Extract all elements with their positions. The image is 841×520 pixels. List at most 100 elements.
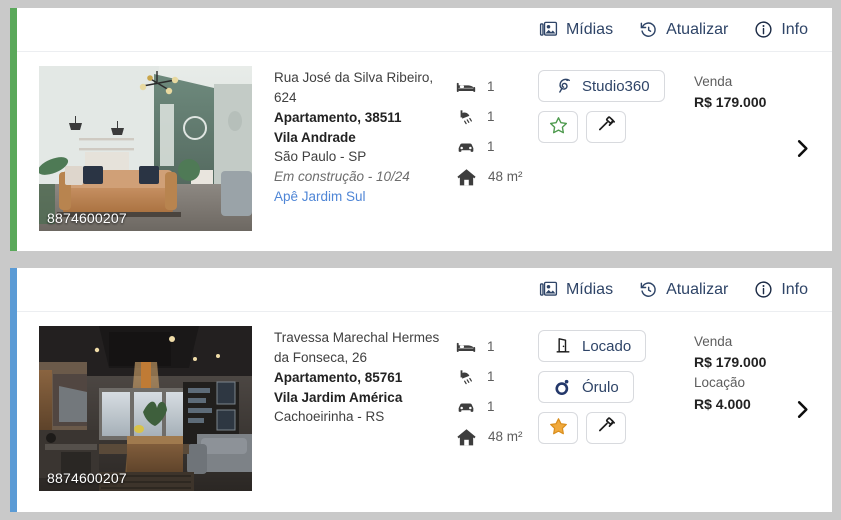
card-header: Mídias Atualizar Info — [17, 268, 832, 312]
images-icon — [539, 20, 558, 39]
media-label: Mídias — [565, 280, 614, 298]
feature-bedrooms: 1 — [456, 332, 538, 362]
feature-value: 1 — [487, 399, 495, 415]
favorite-star-button[interactable] — [538, 412, 578, 444]
price-value: R$ 179.000 — [694, 94, 767, 111]
feature-area: 48 m² — [456, 422, 538, 452]
star-icon — [548, 416, 569, 440]
property-actions: Studio360 — [538, 66, 688, 143]
card-body: Mídias Atualizar — [17, 268, 832, 512]
property-city: Cachoeirinha - RS — [274, 409, 385, 425]
icon-button-row — [538, 111, 626, 143]
info-circle-icon — [754, 280, 773, 299]
thumbnail-code: 8874600207 — [47, 210, 127, 226]
property-neighborhood: Vila Jardim América — [274, 389, 403, 405]
property-type: Apartamento, 85761 — [274, 369, 403, 385]
property-thumbnail[interactable]: 8874600207 — [39, 326, 252, 491]
property-city: São Paulo - SP — [274, 149, 367, 165]
info-action[interactable]: Info — [754, 20, 808, 39]
door-icon — [553, 336, 573, 356]
property-card[interactable]: Mídias Atualizar — [10, 268, 832, 512]
feature-parking: 1 — [456, 392, 538, 422]
property-card[interactable]: Mídias Atualizar — [10, 8, 832, 251]
price-label: Locação — [694, 375, 746, 391]
property-info: Rua José da Silva Ribeiro, 624 Apartamen… — [252, 66, 452, 207]
feature-value: 48 m² — [488, 169, 523, 185]
feature-area: 48 m² — [456, 162, 538, 192]
studio360-chameleon-icon — [553, 76, 573, 96]
star-icon — [548, 115, 569, 139]
bed-icon — [456, 77, 476, 97]
card-next-chevron[interactable] — [791, 394, 814, 429]
price-value: R$ 179.000 — [694, 354, 767, 371]
chevron-right-icon — [791, 134, 814, 169]
info-action[interactable]: Info — [754, 280, 808, 299]
thumbnail-code: 8874600207 — [47, 470, 127, 486]
card-body: Mídias Atualizar — [17, 8, 832, 251]
property-features: 1 1 1 48 m² — [452, 66, 538, 192]
house-icon — [456, 427, 477, 448]
card-main: 8874600207 Travessa Marechal Hermes da F… — [17, 312, 832, 511]
favorite-star-button[interactable] — [538, 111, 578, 143]
media-action[interactable]: Mídias — [539, 20, 613, 39]
locado-button[interactable]: Locado — [538, 330, 647, 362]
feature-bathrooms: 1 — [456, 362, 538, 392]
car-icon — [456, 397, 476, 417]
feature-value: 1 — [487, 139, 495, 155]
orulo-button[interactable]: Órulo — [538, 371, 634, 403]
studio360-button[interactable]: Studio360 — [538, 70, 665, 102]
locado-label: Locado — [582, 337, 632, 355]
property-features: 1 1 1 48 m² — [452, 326, 538, 452]
orulo-logo-icon — [553, 377, 573, 397]
property-neighborhood: Vila Andrade — [274, 129, 356, 145]
price-label: Venda — [694, 74, 733, 89]
property-address: Rua José da Silva Ribeiro, 624 — [274, 70, 434, 105]
history-rotate-icon — [639, 280, 658, 299]
car-icon — [456, 137, 476, 157]
property-prices: Venda R$ 179.000 Locação R$ 4.000 — [688, 326, 808, 415]
thumbnail-image — [39, 66, 252, 231]
images-icon — [539, 280, 558, 299]
chevron-right-icon — [791, 394, 814, 429]
media-label: Mídias — [565, 20, 614, 38]
info-label: Info — [781, 20, 808, 38]
property-prices: Venda R$ 179.000 — [688, 66, 808, 113]
refresh-label: Atualizar — [666, 280, 729, 298]
feature-bedrooms: 1 — [456, 72, 538, 102]
icon-button-row — [538, 412, 626, 444]
card-accent-stripe — [10, 268, 17, 512]
feature-value: 48 m² — [488, 429, 523, 445]
feature-value: 1 — [487, 109, 495, 125]
info-label: Info — [781, 280, 808, 298]
studio360-label: Studio360 — [582, 77, 650, 95]
card-next-chevron[interactable] — [791, 134, 814, 169]
history-rotate-icon — [639, 20, 658, 39]
card-header: Mídias Atualizar Info — [17, 8, 832, 52]
card-accent-stripe — [10, 8, 17, 251]
refresh-action[interactable]: Atualizar — [639, 280, 728, 299]
property-address: Travessa Marechal Hermes da Fonseca, 26 — [274, 330, 440, 365]
house-icon — [456, 167, 477, 188]
property-thumbnail[interactable]: 8874600207 — [39, 66, 252, 231]
feature-value: 1 — [487, 369, 495, 385]
feature-parking: 1 — [456, 132, 538, 162]
refresh-label: Atualizar — [666, 20, 729, 38]
gavel-icon — [596, 416, 617, 440]
property-info: Travessa Marechal Hermes da Fonseca, 26 … — [252, 326, 452, 427]
property-actions: Locado Órulo — [538, 326, 688, 444]
info-circle-icon — [754, 20, 773, 39]
auction-gavel-button[interactable] — [586, 412, 626, 444]
media-action[interactable]: Mídias — [539, 280, 613, 299]
price-label: Venda — [694, 334, 733, 349]
feature-value: 1 — [487, 339, 495, 355]
feature-bathrooms: 1 — [456, 102, 538, 132]
property-development[interactable]: Apê Jardim Sul — [274, 187, 452, 207]
listing-page: Mídias Atualizar Info 8874600207 Rua Jos… — [0, 0, 841, 520]
card-main: 8874600207 Rua José da Silva Ribeiro, 62… — [17, 52, 832, 250]
thumbnail-image — [39, 326, 252, 491]
orulo-label: Órulo — [582, 378, 619, 396]
refresh-action[interactable]: Atualizar — [639, 20, 728, 39]
property-status: Em construção - 10/24 — [274, 169, 410, 185]
bed-icon — [456, 337, 476, 357]
auction-gavel-button[interactable] — [586, 111, 626, 143]
